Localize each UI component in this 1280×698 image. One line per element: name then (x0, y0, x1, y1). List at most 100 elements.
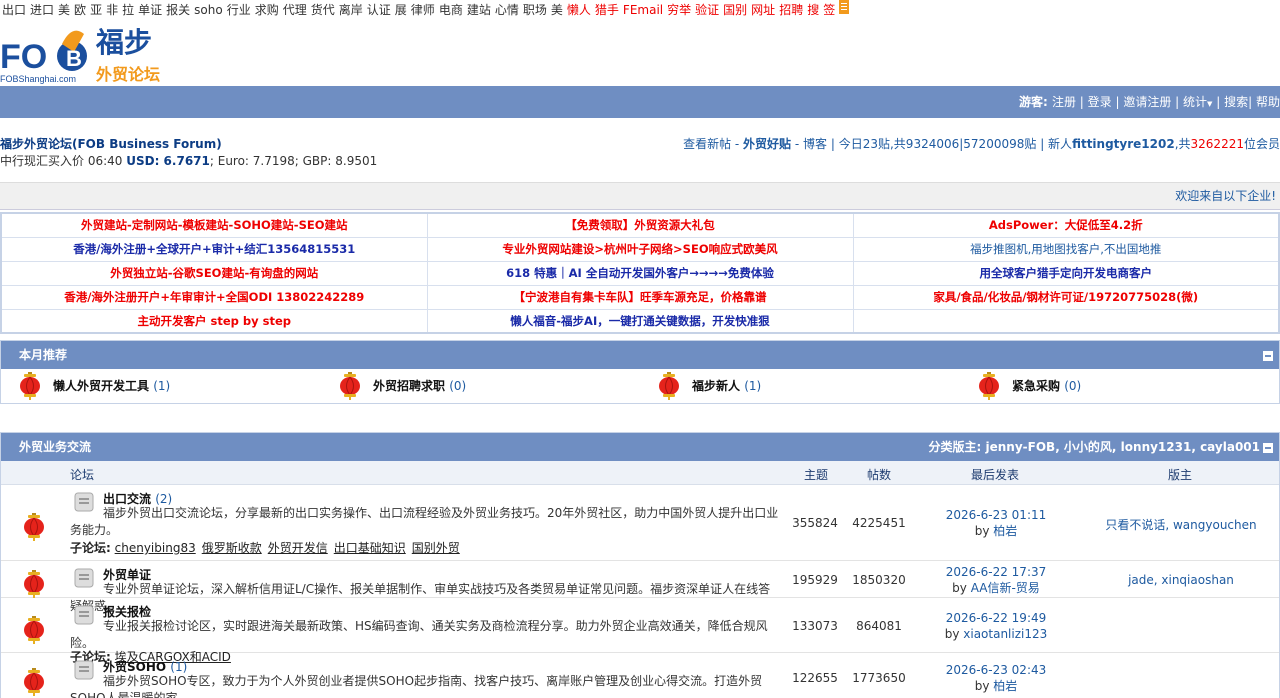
forum-moderators[interactable]: jade, xinqiaoshan (1086, 573, 1276, 587)
stats-menu[interactable]: 统计 (1183, 95, 1207, 109)
login-link[interactable]: 登录 (1088, 95, 1112, 109)
top-nav-item[interactable]: 律师 (411, 3, 435, 17)
info-bar: 福步外贸论坛(FOB Business Forum) 中行现汇买入价 06:40… (0, 118, 1280, 182)
ad-link[interactable]: 主动开发客户 step by step (0, 308, 428, 334)
ad-link[interactable]: 懒人福音-福步AI，一键打通关键数据，开发快准狠 (426, 308, 854, 334)
register-link[interactable]: 注册 (1052, 95, 1076, 109)
top-nav-tool[interactable]: 猎手 (595, 3, 619, 17)
category-moderators[interactable]: 分类版主: jenny-FOB, 小小的风, lonny1231, cayla0… (929, 440, 1260, 454)
top-nav-item[interactable]: 行业 (227, 3, 251, 17)
forum-row: 外贸单证 专业外贸单证论坛，深入解析信用证L/C操作、报关单据制作、审单实战技巧… (1, 561, 1279, 613)
last-post: 2026-6-22 19:49 by xiaotanlizi123 (931, 610, 1061, 642)
blog-link[interactable]: 博客 (803, 137, 827, 151)
monthly-list: 懒人外贸开发工具 (1) 外贸招聘求职 (0) 福步新人 (1) 紧急采购 (0) (1, 369, 1279, 403)
top-nav-item[interactable]: 电商 (439, 3, 463, 17)
last-post-time[interactable]: 2026-6-22 17:37 (931, 564, 1061, 580)
top-nav-item[interactable]: soho (194, 3, 223, 17)
last-post: 2026-6-22 17:37 by AA信新-贸易 (931, 564, 1061, 596)
top-nav-item[interactable]: 认证 (367, 3, 391, 17)
topic-count: 122655 (792, 671, 838, 685)
monthly-item[interactable]: 紧急采购 (0) (1012, 369, 1081, 403)
top-nav-tool[interactable]: 签 (823, 3, 835, 17)
topic-count: 133073 (792, 618, 838, 633)
ad-link[interactable]: 专业外贸网站建设>杭州叶子网络>SEO响应式欧美风 (426, 236, 854, 262)
top-nav-item[interactable]: 展 (395, 3, 407, 17)
top-nav-tool[interactable]: 懒人 (567, 3, 591, 17)
top-nav-tool[interactable]: 穷举 (667, 3, 691, 17)
ad-link[interactable]: 香港/海外注册开户+年审审计+全国ODI 13802242289 (0, 284, 428, 310)
search-link[interactable]: 搜索 (1224, 95, 1248, 109)
sub-forum-link[interactable]: 出口基础知识 (334, 541, 406, 555)
top-nav-item[interactable]: 建站 (467, 3, 491, 17)
top-nav-item[interactable]: 代理 (283, 3, 307, 17)
collapse-icon[interactable] (1263, 350, 1273, 361)
ad-link[interactable]: 外贸建站-定制网站-模板建站-SOHO建站-SEO建站 (0, 212, 428, 238)
lantern-icon (23, 569, 45, 598)
ad-link[interactable]: 用全球客户猎手定向开发电商客户 (852, 260, 1280, 286)
top-nav-item[interactable]: 拉 (122, 3, 134, 17)
top-nav-item[interactable]: 美 (551, 3, 563, 17)
top-nav-item[interactable]: 离岸 (339, 3, 363, 17)
top-nav-tool[interactable]: 招聘 (779, 3, 803, 17)
forum-moderators[interactable]: 只看不说话, wangyouchen (1086, 516, 1276, 533)
category-business: 外贸业务交流 分类版主: jenny-FOB, 小小的风, lonny1231,… (0, 432, 1280, 698)
top-nav-item[interactable]: 美 (58, 3, 70, 17)
ad-link[interactable]: AdsPower：大促低至4.2折 (852, 212, 1280, 238)
monthly-header: 本月推荐 (1, 341, 1279, 369)
welcome-bar: 欢迎来自以下企业! (0, 182, 1280, 210)
last-post-user[interactable]: 柏岩 (993, 679, 1017, 693)
post-count: 1850320 (852, 572, 906, 587)
last-post-user[interactable]: 柏岩 (993, 524, 1017, 538)
top-nav-item[interactable]: 欧 (74, 3, 86, 17)
top-nav-item[interactable]: 职场 (523, 3, 547, 17)
ad-link[interactable]: 福步推图机,用地图找客户,不出国地推 (852, 236, 1280, 262)
top-nav-item[interactable]: 进口 (30, 3, 54, 17)
newest-user-link[interactable]: fittingtyre1202 (1072, 137, 1175, 151)
last-post-user[interactable]: xiaotanlizi123 (963, 627, 1047, 641)
logo-sub: FOBShanghai.com (0, 74, 76, 84)
col-posts: 帖数 (867, 468, 892, 482)
monthly-item[interactable]: 福步新人 (1) (692, 369, 761, 403)
top-nav-item[interactable]: 亚 (90, 3, 102, 17)
new-posts-link[interactable]: 查看新帖 (683, 137, 731, 151)
top-nav-tool[interactable]: FEmail (623, 3, 663, 17)
top-nav-item[interactable]: 求购 (255, 3, 279, 17)
top-nav-item[interactable]: 心情 (495, 3, 519, 17)
monthly-item[interactable]: 懒人外贸开发工具 (1) (53, 369, 170, 403)
forum-name[interactable]: 福步外贸论坛(FOB Business Forum) (0, 135, 222, 152)
lantern-icon (339, 372, 361, 400)
forum-description: 福步外贸出口交流论坛，分享最新的出口实务操作、出口流程经验及外贸业务技巧。20年… (70, 506, 779, 537)
sub-forum-link[interactable]: chenyibing83 (115, 541, 196, 555)
top-nav-item[interactable]: 货代 (311, 3, 335, 17)
collapse-icon[interactable] (1263, 442, 1273, 453)
top-nav-item[interactable]: 报关 (166, 3, 190, 17)
last-post-time[interactable]: 2026-6-22 19:49 (931, 610, 1061, 626)
ad-link[interactable]: 618 特惠｜AI 全自动开发国外客户→→→→免费体验 (426, 260, 854, 286)
top-nav-item[interactable]: 出口 (2, 3, 26, 17)
ad-link[interactable]: 家具/食品/化妆品/钢材许可证/19720775028(微) (852, 284, 1280, 310)
sub-forum-link[interactable]: 国别外贸 (412, 541, 460, 555)
help-link[interactable]: 帮助 (1256, 95, 1280, 109)
last-post-time[interactable]: 2026-6-23 02:43 (931, 662, 1061, 678)
ad-link[interactable]: 香港/海外注册+全球开户+审计+结汇13564815531 (0, 236, 428, 262)
invite-link[interactable]: 邀请注册 (1123, 95, 1171, 109)
ad-link[interactable]: 【宁波港自有集卡车队】旺季车源充足，价格靠谱 (426, 284, 854, 310)
good-posts-link[interactable]: 外贸好贴 (743, 137, 791, 151)
monthly-item[interactable]: 外贸招聘求职 (0) (373, 369, 466, 403)
col-forum: 论坛 (70, 468, 95, 482)
sub-forum-link[interactable]: 外贸开发信 (268, 541, 328, 555)
top-nav-tool[interactable]: 搜 (807, 3, 819, 17)
top-nav-item[interactable]: 非 (106, 3, 118, 17)
category-header: 外贸业务交流 分类版主: jenny-FOB, 小小的风, lonny1231,… (1, 433, 1279, 461)
fob-logo[interactable]: FO B 福步 外贸论坛 FOBShanghai.com (0, 22, 170, 86)
top-nav-tool[interactable]: 网址 (751, 3, 775, 17)
top-nav-tool[interactable]: 验证 (695, 3, 719, 17)
top-nav-item[interactable]: 单证 (138, 3, 162, 17)
top-nav-tool[interactable]: 国别 (723, 3, 747, 17)
last-post-user[interactable]: AA信新-贸易 (971, 581, 1040, 595)
ad-link[interactable]: 外贸独立站-谷歌SEO建站-有询盘的网站 (0, 260, 428, 286)
sign-icon[interactable] (839, 0, 850, 17)
ad-link[interactable]: 【免费领取】外贸资源大礼包 (426, 212, 854, 238)
sub-forum-link[interactable]: 俄罗斯收款 (202, 541, 262, 555)
last-post-time[interactable]: 2026-6-23 01:11 (931, 507, 1061, 523)
